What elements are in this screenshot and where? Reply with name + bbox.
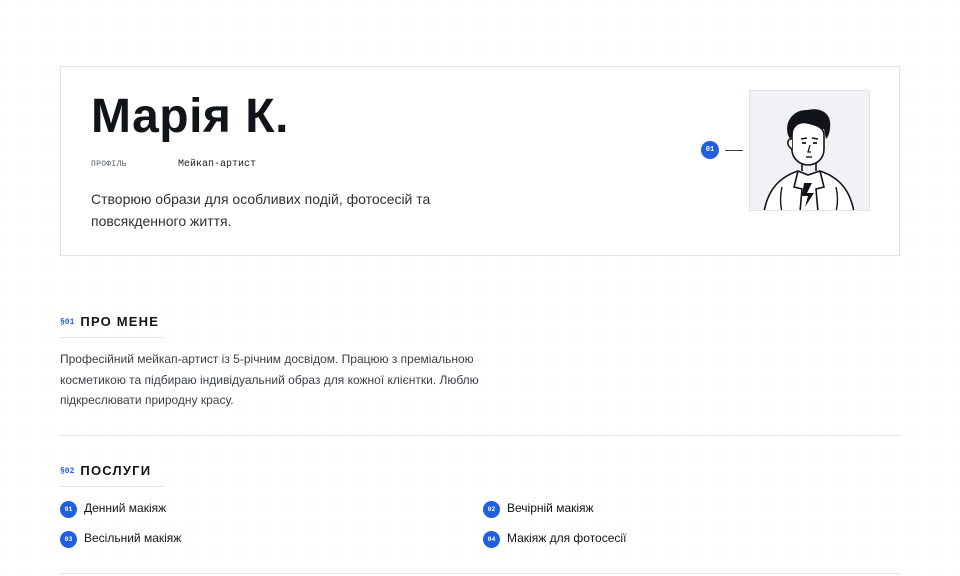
service-number-badge: 04 bbox=[483, 530, 500, 548]
marker-line bbox=[725, 149, 743, 151]
profile-card: Марія К. ПРОФІЛЬ Мейкап-артист Створюю о… bbox=[60, 66, 900, 256]
service-item: 04 Макіяж для фотосесії bbox=[483, 529, 627, 548]
section-number: §01 bbox=[60, 318, 75, 327]
section-divider bbox=[60, 435, 900, 436]
service-item: 03 Весільний макіяж bbox=[60, 529, 182, 548]
section-services-header: §02 ПОСЛУГИ bbox=[60, 460, 151, 480]
section-title: ПРО МЕНЕ bbox=[80, 313, 160, 329]
section-about-header: §01 ПРО МЕНЕ bbox=[60, 311, 159, 331]
section-title: ПОСЛУГИ bbox=[80, 462, 152, 478]
service-label: Весільний макіяж bbox=[84, 531, 182, 545]
service-label: Денний макіяж bbox=[84, 501, 167, 515]
section-underline bbox=[60, 486, 164, 487]
service-item: 01 Денний макіяж bbox=[60, 499, 167, 518]
service-label: Вечірній макіяж bbox=[507, 501, 594, 515]
avatar-marker: 01 bbox=[701, 141, 743, 159]
marker-badge: 01 bbox=[701, 141, 719, 159]
service-label: Макіяж для фотосесії bbox=[507, 531, 627, 545]
page: Марія К. ПРОФІЛЬ Мейкап-артист Створюю о… bbox=[0, 0, 960, 576]
profile-description: Створюю образи для особливих подій, фото… bbox=[91, 191, 431, 229]
service-number-badge: 03 bbox=[60, 530, 77, 548]
profile-meta: ПРОФІЛЬ Мейкап-артист bbox=[91, 157, 256, 171]
person-illustration-icon bbox=[763, 109, 855, 210]
section-divider bbox=[60, 573, 900, 574]
avatar bbox=[749, 90, 870, 211]
about-text: Професійний мейкап-артист із 5-річним до… bbox=[60, 352, 479, 407]
service-number-badge: 01 bbox=[60, 500, 77, 518]
service-item: 02 Вечірній макіяж bbox=[483, 499, 594, 518]
service-number-badge: 02 bbox=[483, 500, 500, 518]
profile-role: Мейкап-артист bbox=[178, 158, 257, 170]
section-underline bbox=[60, 337, 164, 338]
profile-name: Марія К. bbox=[91, 90, 289, 143]
section-number: §02 bbox=[60, 467, 75, 476]
profile-label: ПРОФІЛЬ bbox=[91, 159, 127, 169]
